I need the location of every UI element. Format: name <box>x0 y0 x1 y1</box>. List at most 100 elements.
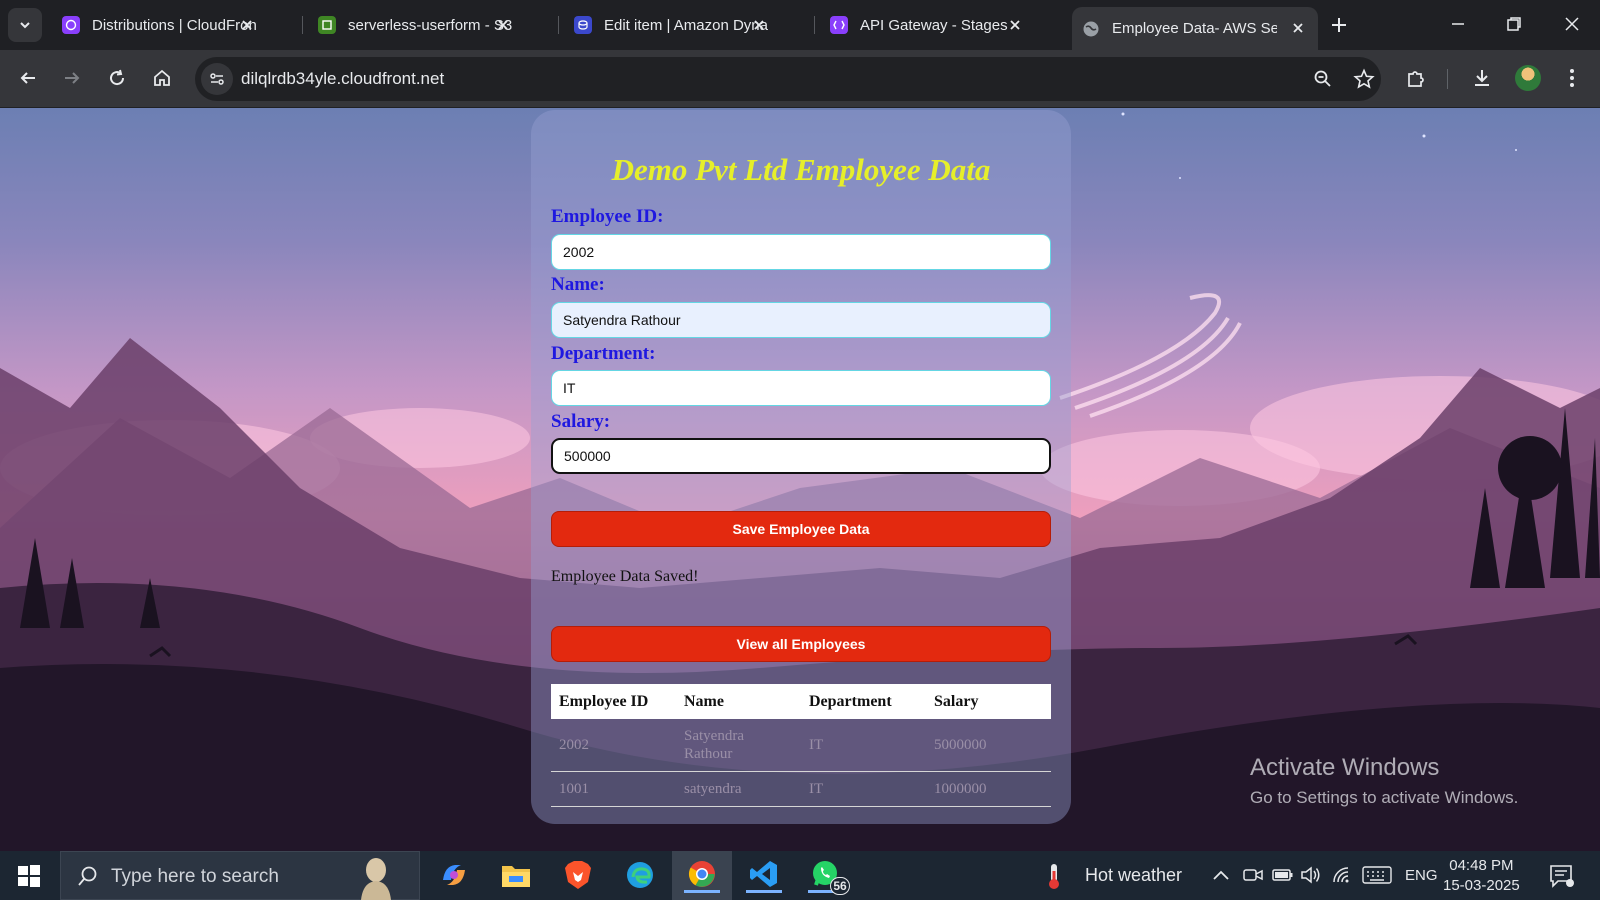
page-title: Demo Pvt Ltd Employee Data <box>611 152 991 187</box>
brave-browser-app[interactable] <box>560 857 596 893</box>
department-label: Department: <box>551 343 656 364</box>
department-input[interactable]: IT <box>551 370 1051 406</box>
extensions-button[interactable] <box>1404 66 1428 90</box>
file-explorer-app[interactable] <box>498 857 534 893</box>
site-info-button[interactable] <box>201 63 233 95</box>
menu-button[interactable] <box>1560 66 1584 90</box>
windows-logo-icon <box>18 865 40 887</box>
forward-arrow-icon <box>65 72 80 84</box>
chevron-up-icon[interactable] <box>1212 868 1230 882</box>
edge-browser-app[interactable] <box>622 857 658 893</box>
table-row: 2002 Satyendra Rathour IT 5000000 <box>551 719 1051 772</box>
system-clock[interactable]: 04:48 PM 15-03-2025 <box>1443 856 1520 896</box>
url-text: dilqlrdb34yle.cloudfront.net <box>241 69 445 88</box>
puzzle-icon <box>1408 71 1424 87</box>
wifi-icon[interactable] <box>1331 865 1353 885</box>
table-cell: IT <box>801 771 926 807</box>
search-placeholder: Type here to search <box>111 866 279 887</box>
table-row: 1001 satyendra IT 1000000 <box>551 771 1051 807</box>
table-cell: Satyendra Rathour <box>676 719 801 772</box>
close-icon[interactable] <box>1290 20 1306 36</box>
view-all-employees-button[interactable]: View all Employees <box>551 626 1051 662</box>
tab-label: Distributions | CloudFront <box>92 16 257 34</box>
tab-api-gateway[interactable]: API Gateway - Stages <box>820 8 1035 42</box>
tab-search-button[interactable] <box>8 8 42 42</box>
table-header-row: Employee ID Name Department Salary <box>551 684 1051 719</box>
tab-cloudfront[interactable]: Distributions | CloudFront <box>52 8 267 42</box>
name-label: Name: <box>551 274 605 295</box>
employee-form-card: Demo Pvt Ltd Employee Data Employee ID: … <box>531 110 1071 824</box>
close-icon[interactable] <box>751 17 767 33</box>
column-header: Name <box>676 684 801 719</box>
salary-label: Salary: <box>551 411 611 432</box>
bookmark-star-icon[interactable] <box>1353 68 1375 90</box>
copilot-app[interactable] <box>436 857 472 893</box>
tab-employee-data[interactable]: Employee Data- AWS Serverless <box>1072 7 1318 50</box>
cloudfront-icon <box>62 16 80 34</box>
weather-text[interactable]: Hot weather <box>1085 865 1182 886</box>
search-icon <box>78 866 97 886</box>
window-close-icon[interactable] <box>1560 12 1584 36</box>
table-cell: 5000000 <box>926 719 1051 772</box>
close-icon[interactable] <box>1007 17 1023 33</box>
download-icon <box>1475 70 1489 86</box>
search-highlight-bust-icon <box>361 858 391 900</box>
employee-id-input[interactable]: 2002 <box>551 234 1051 270</box>
whatsapp-app[interactable]: 56 <box>808 857 850 895</box>
watermark-subtitle: Go to Settings to activate Windows. <box>1250 788 1519 807</box>
name-input[interactable]: Satyendra Rathour <box>551 302 1051 338</box>
start-button[interactable] <box>18 865 40 892</box>
input-language[interactable]: ENG <box>1405 867 1438 884</box>
weather-widget[interactable] <box>1045 862 1063 895</box>
kebab-menu-icon <box>1570 69 1574 87</box>
zoom-icon[interactable] <box>1313 69 1333 89</box>
back-arrow-icon <box>20 72 35 84</box>
table-cell: 1001 <box>551 771 676 807</box>
close-icon[interactable] <box>239 17 255 33</box>
tab-divider <box>302 16 303 34</box>
new-tab-icon[interactable] <box>1328 14 1350 36</box>
volume-icon[interactable] <box>1300 865 1322 885</box>
brave-lion-icon <box>565 861 591 889</box>
reload-icon <box>110 69 125 86</box>
tab-s3[interactable]: serverless-userform - S3 <box>308 8 523 42</box>
toolbar-divider <box>1447 69 1448 89</box>
table-cell: 2002 <box>551 719 676 772</box>
battery-icon[interactable] <box>1272 867 1294 883</box>
api-gateway-icon <box>830 16 848 34</box>
dynamodb-icon <box>574 16 592 34</box>
status-message: Employee Data Saved! <box>551 568 699 585</box>
browser-toolbar: dilqlrdb34yle.cloudfront.net <box>0 50 1600 108</box>
minimize-icon[interactable] <box>1446 12 1470 36</box>
thermometer-icon <box>1049 864 1059 889</box>
column-header: Department <box>801 684 926 719</box>
chrome-icon <box>688 860 715 887</box>
forward-button[interactable] <box>60 66 84 90</box>
address-bar[interactable]: dilqlrdb34yle.cloudfront.net <box>195 57 1381 101</box>
keyboard-icon[interactable] <box>1362 866 1392 884</box>
activate-windows-watermark: Activate Windows Go to Settings to activ… <box>1250 754 1518 808</box>
meet-now-icon[interactable] <box>1243 866 1263 884</box>
close-icon[interactable] <box>495 17 511 33</box>
whatsapp-notification-badge: 56 <box>830 877 850 895</box>
folder-icon <box>502 866 530 887</box>
profile-avatar[interactable] <box>1515 65 1541 91</box>
copilot-icon <box>443 865 465 885</box>
taskbar-search-box[interactable]: Type here to search <box>60 851 420 900</box>
tab-dynamodb[interactable]: Edit item | Amazon DynamoDB <box>564 8 779 42</box>
restore-icon[interactable] <box>1502 12 1526 36</box>
tab-label: Edit item | Amazon DynamoDB <box>604 16 769 34</box>
chrome-app[interactable] <box>684 857 720 893</box>
column-header: Employee ID <box>551 684 676 719</box>
notification-center-icon[interactable] <box>1549 864 1575 888</box>
reload-button[interactable] <box>105 66 129 90</box>
watermark-title: Activate Windows <box>1250 754 1440 781</box>
tab-label: API Gateway - Stages <box>860 16 1008 34</box>
home-button[interactable] <box>150 66 174 90</box>
save-employee-button[interactable]: Save Employee Data <box>551 511 1051 547</box>
back-button[interactable] <box>16 66 40 90</box>
site-settings-icon <box>210 73 224 85</box>
downloads-button[interactable] <box>1470 66 1494 90</box>
salary-input[interactable]: 500000 <box>551 438 1051 474</box>
vscode-app[interactable] <box>746 857 782 893</box>
